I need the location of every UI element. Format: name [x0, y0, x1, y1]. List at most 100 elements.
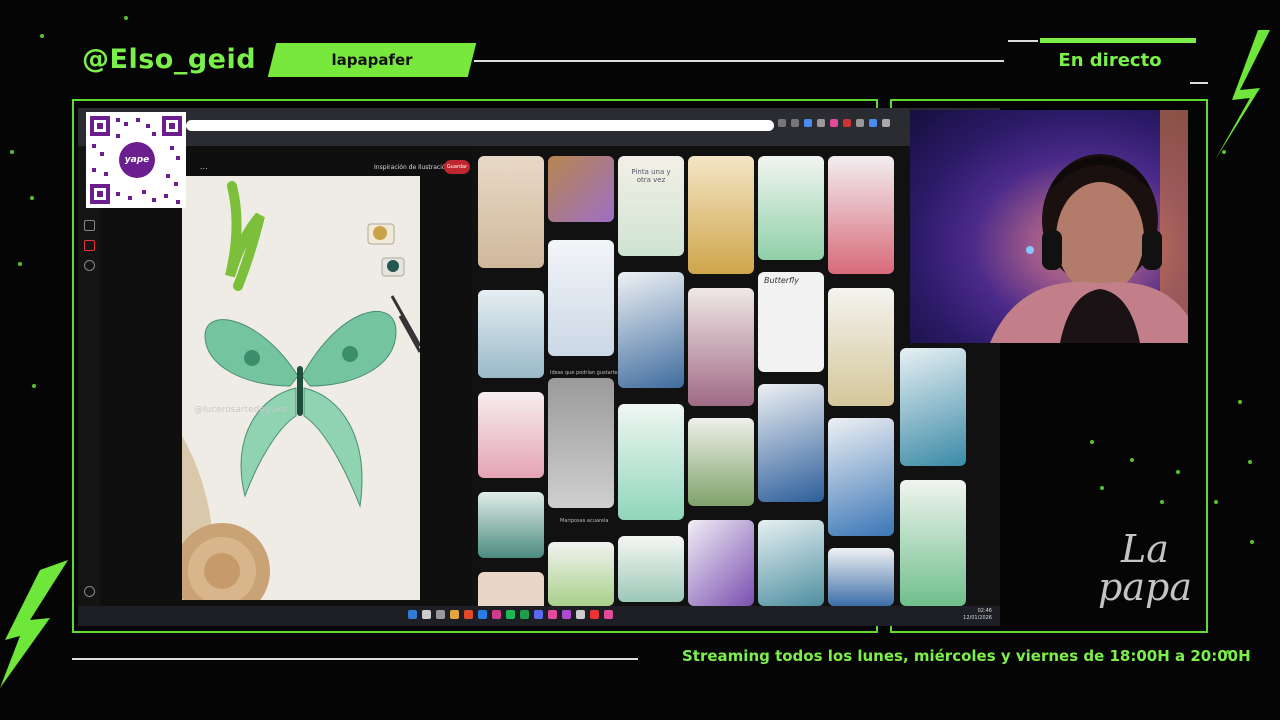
pin-tile[interactable] [548, 156, 614, 222]
extension-icon[interactable] [843, 119, 851, 127]
pin-tile[interactable] [828, 156, 894, 274]
save-button[interactable]: Guardar [444, 160, 470, 174]
app-icon[interactable] [548, 610, 557, 619]
app-icon[interactable] [520, 610, 529, 619]
back-icon[interactable] [778, 119, 786, 127]
logo-line1: La [1121, 527, 1169, 571]
pin-tile[interactable]: Pinta una y otra vez [618, 156, 684, 256]
app-icon[interactable] [492, 610, 501, 619]
left-rail [78, 146, 100, 606]
pin-tile[interactable] [478, 572, 544, 606]
pin-tile[interactable] [618, 536, 684, 602]
plus-icon[interactable] [84, 220, 95, 231]
pin-tile[interactable] [478, 492, 544, 558]
pin-tile[interactable] [548, 378, 614, 508]
pin-tile[interactable] [688, 418, 754, 506]
pin-tile[interactable] [548, 542, 614, 606]
live-bar [1040, 38, 1196, 43]
dot [10, 150, 14, 154]
app-icon[interactable] [534, 610, 543, 619]
watermark: @lucerosartedeguxo [194, 405, 287, 415]
pin-tile[interactable] [478, 290, 544, 378]
taskview-icon[interactable] [436, 610, 445, 619]
pin-tile[interactable] [828, 548, 894, 606]
streamer-silhouette [990, 110, 1188, 343]
yape-logo: yape [119, 142, 155, 178]
dot [18, 262, 22, 266]
qr-code: yape [86, 112, 186, 208]
pin-tile[interactable] [478, 156, 544, 268]
app-icon[interactable] [590, 610, 599, 619]
extension-icon[interactable] [830, 119, 838, 127]
windows-taskbar: 02:46 12/01/2026 [78, 606, 1000, 626]
system-clock[interactable]: 02:46 12/01/2026 [963, 608, 992, 622]
pin-panel: ... Inspiración de Ilustración Guardar @… [100, 146, 472, 606]
extension-icon[interactable] [817, 119, 825, 127]
dot [40, 34, 44, 38]
clock-time: 02:46 [977, 608, 992, 614]
app-icon[interactable] [604, 610, 613, 619]
board-selector[interactable]: Inspiración de Ilustración [374, 164, 449, 171]
pin-tile[interactable] [688, 156, 754, 274]
dot [1214, 500, 1218, 504]
extension-icon[interactable] [869, 119, 877, 127]
dot [32, 384, 36, 388]
settings-icon[interactable] [84, 586, 95, 597]
folder-icon[interactable] [450, 610, 459, 619]
pin-tile[interactable] [900, 480, 966, 606]
pin-tile[interactable] [688, 520, 754, 606]
live-status: En directo [1058, 50, 1162, 71]
extension-icon[interactable] [804, 119, 812, 127]
pin-tile[interactable] [828, 418, 894, 536]
spotify-icon[interactable] [506, 610, 515, 619]
pin-tile[interactable] [688, 288, 754, 406]
pin-tile[interactable] [758, 156, 824, 260]
header-divider [1190, 82, 1208, 84]
stream-schedule: Streaming todos los lunes, miércoles y v… [682, 647, 1251, 665]
more-options[interactable]: ... [200, 162, 208, 171]
streamer-handle: @Elso_geid [82, 44, 257, 75]
dot [30, 196, 34, 200]
section-caption: Mariposas acuarela [560, 518, 609, 524]
header-divider [1008, 40, 1038, 42]
bell-icon[interactable] [84, 240, 95, 251]
channel-name: lapapafer [331, 51, 413, 69]
extension-icon[interactable] [856, 119, 864, 127]
settings-icon[interactable] [576, 610, 585, 619]
clock-date: 12/01/2026 [963, 615, 992, 621]
header-divider [474, 60, 1004, 62]
pin-tile[interactable] [758, 384, 824, 502]
menu-icon[interactable] [882, 119, 890, 127]
dot [1248, 460, 1252, 464]
pin-tile[interactable] [828, 288, 894, 406]
address-bar[interactable] [186, 120, 774, 131]
pin-tile[interactable] [618, 272, 684, 388]
footer-divider [72, 658, 638, 660]
dot [1250, 540, 1254, 544]
app-icon[interactable] [562, 610, 571, 619]
app-icon[interactable] [478, 610, 487, 619]
browser-toolbar [78, 108, 1000, 146]
la-papa-logo: La papa [1090, 530, 1200, 606]
dot [124, 16, 128, 20]
pin-tile[interactable] [900, 348, 966, 466]
screen-capture: ... Inspiración de Ilustración Guardar @… [78, 108, 1000, 626]
search-icon[interactable] [422, 610, 431, 619]
webcam-feed [910, 110, 1188, 343]
dot [1238, 400, 1242, 404]
pin-image[interactable]: @lucerosartedeguxo [182, 176, 420, 600]
butterfly-painting: @lucerosartedeguxo [182, 176, 420, 600]
forward-icon[interactable] [791, 119, 799, 127]
pin-tile[interactable] [758, 520, 824, 606]
lightning-icon [1215, 30, 1270, 160]
pin-tile[interactable] [618, 404, 684, 520]
pin-tile[interactable] [548, 240, 614, 356]
start-icon[interactable] [408, 610, 417, 619]
browser-extensions [778, 119, 890, 131]
section-caption: Ideas que podrían gustarte [550, 370, 618, 376]
tile-title: Pinta una y otra vez [631, 168, 671, 184]
pin-tile[interactable] [478, 392, 544, 478]
message-icon[interactable] [84, 260, 95, 271]
app-icon[interactable] [464, 610, 473, 619]
pin-tile[interactable]: Butterfly [758, 272, 824, 372]
